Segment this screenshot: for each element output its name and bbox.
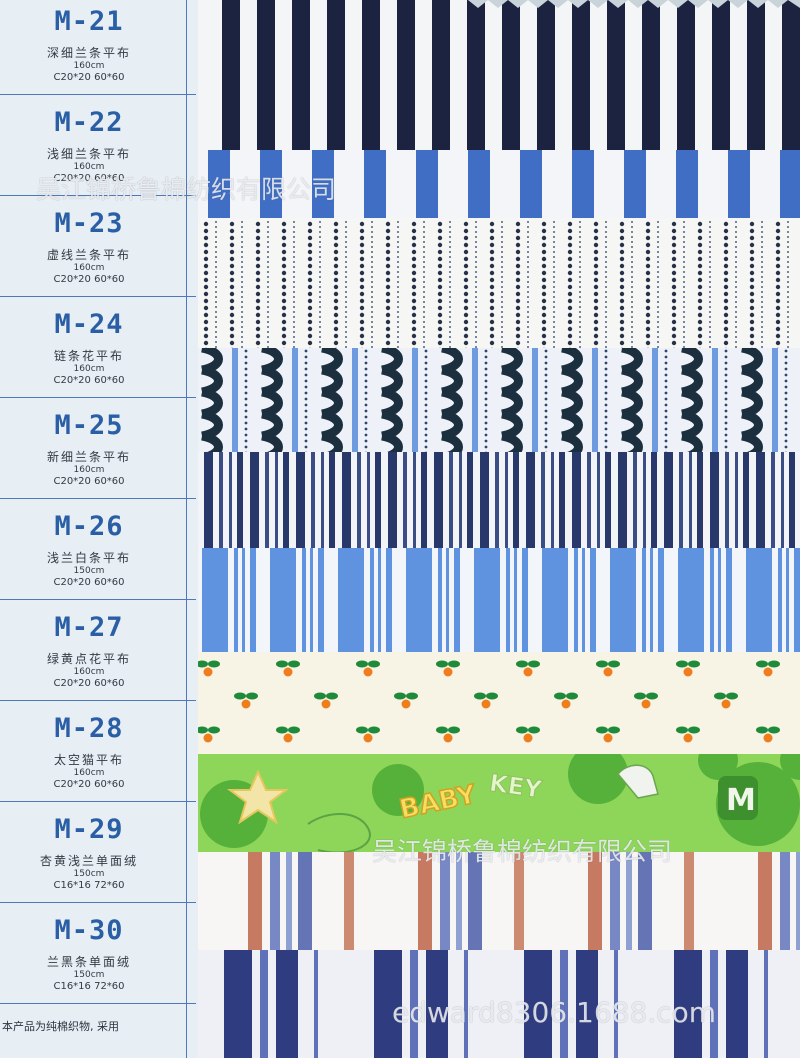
- swatch-m21: [198, 0, 800, 168]
- fabric-swatches: BABY KEY M: [0, 0, 800, 1058]
- watermark-company-top: 吴江锦桥鲁棉纺织有限公司: [36, 175, 337, 204]
- swatch-m26: [198, 548, 800, 658]
- watermark-site: edward8306.1688.com: [392, 996, 716, 1029]
- watermark-company-bottom: 吴江锦桥鲁棉纺织有限公司: [372, 837, 673, 866]
- m-letter: M: [726, 783, 756, 818]
- swatch-m27: [198, 652, 800, 760]
- swatch-m24: [198, 348, 800, 460]
- swatch-m29: [198, 852, 800, 960]
- swatch-m25: [198, 452, 800, 557]
- swatch-m23: [198, 218, 800, 353]
